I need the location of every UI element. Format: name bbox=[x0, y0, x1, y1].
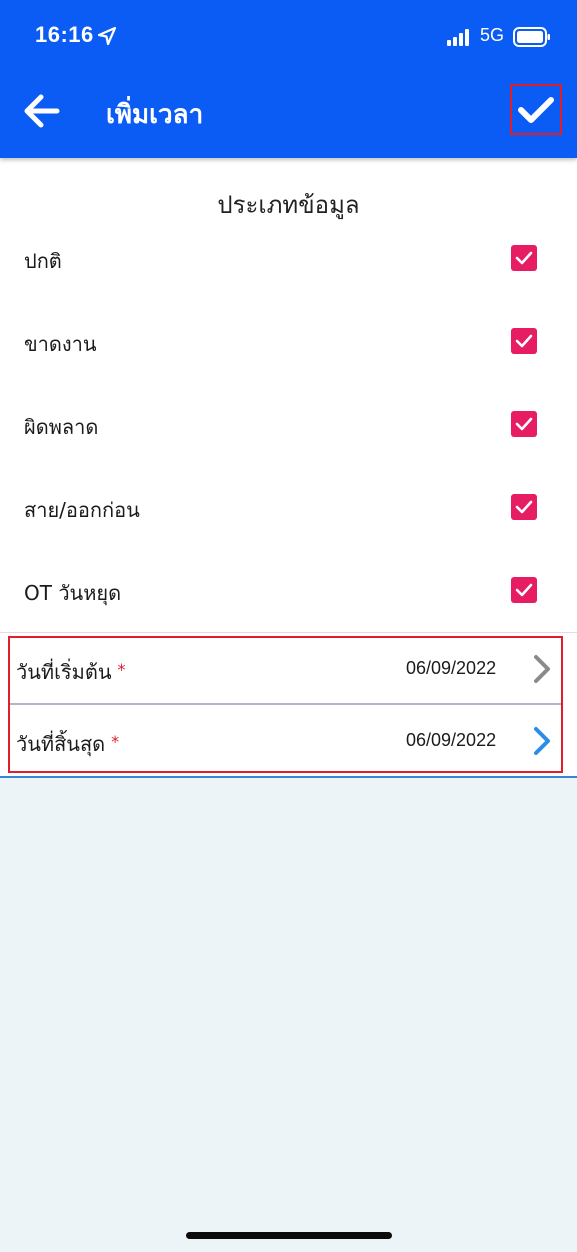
divider bbox=[0, 632, 577, 633]
checkbox-late[interactable] bbox=[511, 494, 537, 520]
type-label: สาย/ออกก่อน bbox=[24, 498, 140, 522]
confirm-button[interactable] bbox=[510, 84, 562, 135]
row-divider bbox=[8, 703, 563, 705]
checkbox-absent[interactable] bbox=[511, 328, 537, 354]
check-icon bbox=[515, 500, 533, 514]
start-date-label: วันที่เริ่มต้น * bbox=[16, 660, 126, 684]
status-time: 16:16 bbox=[35, 22, 94, 47]
start-date-value: 06/09/2022 bbox=[406, 658, 497, 678]
check-icon bbox=[515, 334, 533, 348]
type-row-absent[interactable]: ขาดงาน bbox=[0, 312, 577, 372]
checkbox-error[interactable] bbox=[511, 411, 537, 437]
chevron-right-icon bbox=[534, 727, 550, 755]
type-label: ปกติ bbox=[24, 249, 62, 273]
check-icon bbox=[515, 251, 533, 265]
required-mark: * bbox=[111, 732, 120, 751]
checkbox-ot-holiday[interactable] bbox=[511, 577, 537, 603]
type-row-late[interactable]: สาย/ออกก่อน bbox=[0, 478, 577, 538]
check-icon bbox=[515, 417, 533, 431]
end-date-label: วันที่สิ้นสุด * bbox=[16, 732, 120, 756]
type-label: ขาดงาน bbox=[24, 332, 97, 356]
required-mark: * bbox=[117, 660, 126, 679]
end-date-row[interactable]: วันที่สิ้นสุด * 06/09/2022 bbox=[0, 706, 577, 778]
checkmark-icon bbox=[518, 96, 554, 123]
arrow-left-icon bbox=[24, 94, 60, 128]
type-row-error[interactable]: ผิดพลาด bbox=[0, 395, 577, 455]
type-label: OT วันหยุด bbox=[24, 581, 122, 605]
section-title: ประเภทข้อมูล bbox=[217, 191, 360, 219]
type-row-ot-holiday[interactable]: OT วันหยุด bbox=[0, 561, 577, 621]
app-header: 16:16 5G เพิ่มเวลา bbox=[0, 0, 577, 158]
checkbox-normal[interactable] bbox=[511, 245, 537, 271]
type-row-normal[interactable]: ปกติ bbox=[0, 229, 577, 289]
chevron-right-icon bbox=[534, 655, 550, 683]
back-button[interactable] bbox=[22, 92, 62, 130]
type-label: ผิดพลาด bbox=[24, 415, 99, 439]
check-icon bbox=[515, 583, 533, 597]
start-date-row[interactable]: วันที่เริ่มต้น * 06/09/2022 bbox=[0, 634, 577, 706]
end-date-value: 06/09/2022 bbox=[406, 730, 497, 750]
home-indicator[interactable] bbox=[186, 1232, 392, 1239]
signal-bars-icon bbox=[447, 29, 469, 46]
location-arrow-icon bbox=[97, 26, 117, 46]
network-label: 5G bbox=[480, 25, 505, 45]
empty-content-area bbox=[0, 778, 577, 1252]
battery-icon bbox=[513, 27, 550, 47]
page-title: เพิ่มเวลา bbox=[106, 100, 204, 130]
